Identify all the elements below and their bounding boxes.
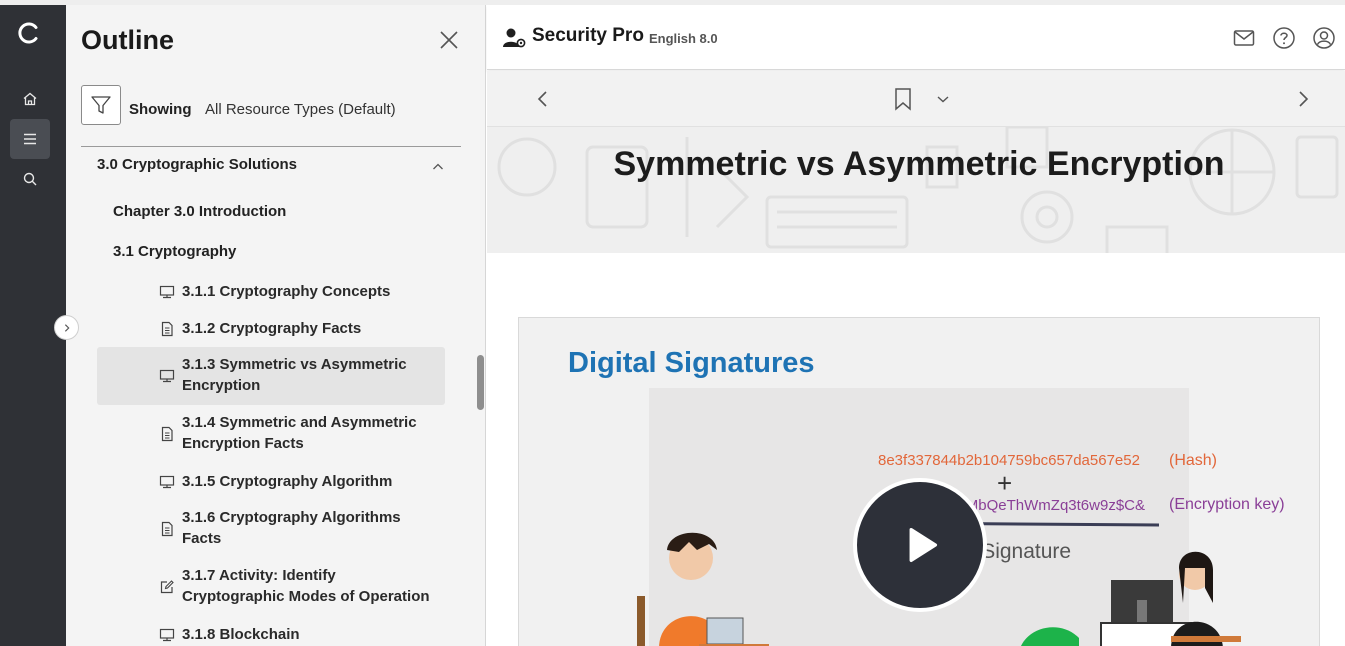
outline-item-label: 3.1.1 Cryptography Concepts (182, 283, 391, 300)
outline-item-label: 3.1.5 Cryptography Algorithm (182, 473, 393, 490)
document-icon (161, 521, 173, 537)
close-outline-button[interactable] (438, 29, 460, 51)
document-icon (161, 426, 173, 442)
video-icon (159, 628, 175, 642)
outline-item[interactable]: 3.1.6 Cryptography Algorithms Facts (97, 507, 445, 551)
testout-logo-icon[interactable] (17, 21, 41, 45)
filter-button[interactable] (81, 85, 121, 125)
menu-icon (24, 133, 36, 145)
outline-item[interactable]: 3.1.4 Symmetric and Asymmetric Encryptio… (97, 412, 445, 456)
video-icon (159, 475, 175, 489)
outline-item-selected[interactable]: 3.1.3 Symmetric vs Asymmetric Encryption (97, 347, 445, 405)
showing-label: Showing (129, 101, 192, 118)
top-header: Security Pro English 8.0 (487, 5, 1345, 70)
video-icon (159, 285, 175, 299)
app-window: Outline Showing All Resource Types (Defa… (0, 0, 1345, 646)
section-heading[interactable]: 3.0 Cryptographic Solutions (97, 156, 297, 173)
home-icon (23, 92, 37, 106)
play-icon (909, 527, 938, 563)
expand-rail-button[interactable] (54, 315, 79, 340)
user-settings-icon (503, 28, 526, 48)
filter-icon (91, 96, 111, 114)
chapter-cryptography[interactable]: 3.1 Cryptography (113, 243, 236, 260)
page-title: Symmetric vs Asymmetric Encryption (613, 145, 1225, 183)
video-icon (159, 369, 175, 383)
home-button[interactable] (10, 79, 50, 119)
outline-item-label: 3.1.3 Symmetric vs Asymmetric Encryption (182, 356, 407, 394)
outline-title: Outline (81, 25, 174, 55)
outline-item-label: 3.1.6 Cryptography Algorithms Facts (182, 509, 401, 547)
video-player[interactable]: Digital Signatures 8e3f337844b2b104759bc… (518, 317, 1320, 646)
bookmark-icon[interactable] (892, 87, 914, 111)
previous-button[interactable] (533, 89, 553, 109)
outline-button[interactable] (10, 119, 50, 159)
outline-item[interactable]: 3.1.1 Cryptography Concepts (97, 280, 445, 304)
video-slide-title: Digital Signatures (568, 347, 815, 379)
chapter-introduction[interactable]: Chapter 3.0 Introduction (113, 203, 286, 220)
outline-item-label: 3.1.2 Cryptography Facts (182, 320, 362, 337)
outline-item-label: 3.1.4 Symmetric and Asymmetric Encryptio… (182, 414, 417, 452)
outline-panel: Outline Showing All Resource Types (Defa… (66, 5, 486, 646)
encryption-key-label: (Encryption key) (1169, 496, 1285, 513)
outline-item-label: 3.1.8 Blockchain (182, 626, 300, 643)
section-collapse-button[interactable] (431, 160, 445, 174)
plus-sign: + (997, 468, 1013, 498)
outline-item-label: 3.1.7 Activity: Identify Cryptographic M… (182, 567, 430, 605)
outline-item[interactable]: 3.1.5 Cryptography Algorithm (97, 470, 445, 494)
next-button[interactable] (1293, 89, 1313, 109)
app-title: Security Pro (532, 25, 644, 46)
account-icon[interactable] (1312, 26, 1336, 50)
edit-icon (160, 580, 174, 594)
app-version: English 8.0 (649, 31, 718, 46)
chevron-down-icon[interactable] (933, 89, 953, 109)
hash-value: 8e3f337844b2b104759bc657da567e52 (878, 452, 1140, 469)
chevron-right-icon (64, 323, 69, 332)
outline-item[interactable]: 3.1.8 Blockchain (97, 623, 445, 646)
hash-label: (Hash) (1169, 452, 1218, 469)
help-icon[interactable] (1272, 26, 1296, 50)
document-icon (161, 321, 173, 337)
outline-divider (81, 146, 461, 147)
close-icon (440, 31, 458, 49)
search-button[interactable] (10, 159, 50, 199)
search-icon (23, 172, 37, 186)
showing-value[interactable]: All Resource Types (Default) (205, 101, 396, 118)
play-button[interactable] (853, 478, 987, 612)
outline-item[interactable]: 3.1.2 Cryptography Facts (97, 317, 445, 341)
mail-icon[interactable] (1232, 26, 1256, 50)
outline-item[interactable]: 3.1.7 Activity: Identify Cryptographic M… (97, 565, 445, 609)
chevron-up-icon (433, 163, 443, 170)
main-content: Security Pro English 8.0 Symmetric vs As… (487, 5, 1345, 646)
navigation-toolbar (487, 71, 1345, 127)
outline-scroll-thumb[interactable] (477, 355, 484, 410)
